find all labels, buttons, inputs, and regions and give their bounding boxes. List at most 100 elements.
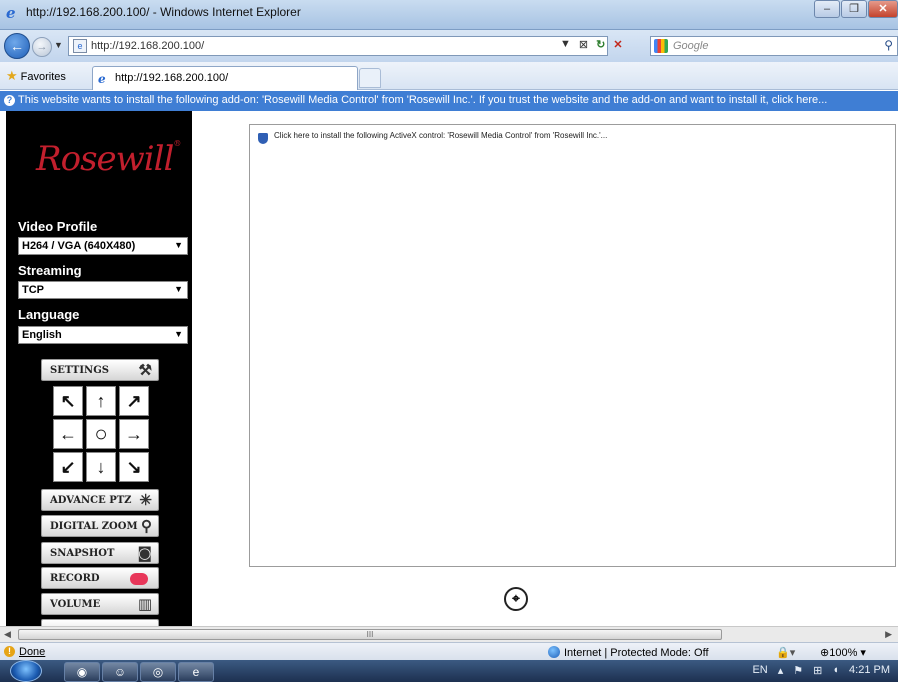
- search-icon[interactable]: ⚲: [884, 38, 893, 52]
- sparkle-icon: ✳: [139, 491, 152, 509]
- network-icon[interactable]: ⊞: [813, 664, 822, 677]
- search-box[interactable]: Google ⚲: [650, 36, 898, 56]
- ptz-up-button[interactable]: ↑: [86, 386, 116, 416]
- favorites-bar: ★ Favorites e http://192.168.200.100/: [0, 62, 898, 90]
- chevron-down-icon: ▼: [174, 284, 183, 294]
- tray-expand-icon[interactable]: ▴: [778, 664, 784, 677]
- minimize-button[interactable]: –: [814, 0, 840, 18]
- chevron-down-icon: ▼: [174, 329, 183, 339]
- window-controls: – ❐ ✕: [813, 0, 898, 20]
- search-placeholder: Google: [673, 40, 709, 52]
- video-profile-label: Video Profile: [18, 219, 98, 234]
- zoom-level[interactable]: ⊕100% ▾: [820, 646, 866, 659]
- scroll-left-arrow[interactable]: ◀: [4, 629, 11, 640]
- ie-taskbar-button[interactable]: e: [178, 662, 214, 682]
- chevron-down-icon: ▼: [174, 240, 183, 250]
- record-dot-icon: [130, 573, 148, 585]
- ptz-right-button[interactable]: →: [119, 419, 149, 449]
- streaming-select[interactable]: TCP ▼: [18, 281, 188, 299]
- magnifier-icon: ⚲: [141, 517, 152, 535]
- security-dropdown[interactable]: 🔒▾: [776, 646, 795, 659]
- snapshot-label: SNAPSHOT: [50, 548, 115, 559]
- ptz-target-icon: ⌖: [504, 587, 528, 611]
- warning-icon: !: [4, 646, 15, 657]
- globe-icon: [548, 646, 560, 658]
- language-label: Language: [18, 307, 80, 322]
- media-taskbar-button[interactable]: ◎: [140, 662, 176, 682]
- forward-button[interactable]: →: [32, 37, 52, 57]
- window-title: http://192.168.200.100/ - Windows Intern…: [26, 5, 301, 19]
- advance-ptz-label: ADVANCE PTZ: [50, 495, 132, 506]
- settings-button[interactable]: SETTINGS ⚒: [41, 359, 159, 381]
- information-bar[interactable]: ? This website wants to install the foll…: [0, 91, 898, 111]
- flag-icon[interactable]: ⚑: [793, 664, 803, 677]
- information-bar-message: This website wants to install the follow…: [18, 94, 828, 106]
- activex-install-message[interactable]: Click here to install the following Acti…: [274, 131, 607, 140]
- scrollbar-thumb[interactable]: III: [18, 629, 722, 640]
- taskbar: ◉ ☺ ◎ e EN ▴ ⚑ ⊞ ◖ 4:21 PM: [0, 660, 898, 682]
- firefox-taskbar-button[interactable]: ◉: [64, 662, 100, 682]
- streaming-value: TCP: [22, 284, 44, 296]
- language-indicator[interactable]: EN: [752, 664, 767, 677]
- new-tab-button[interactable]: [359, 68, 381, 88]
- favorites-button[interactable]: ★ Favorites: [6, 68, 66, 84]
- control-sidebar: Rosewill® Video Profile H264 / VGA (640X…: [6, 111, 192, 626]
- google-icon: [654, 39, 668, 53]
- status-bar: ! Done Internet | Protected Mode: Off 🔒▾…: [0, 642, 898, 660]
- refresh-icon[interactable]: ↻: [596, 38, 605, 51]
- tab-title: http://192.168.200.100/: [115, 72, 229, 84]
- address-dropdown-icon[interactable]: ▼: [560, 38, 571, 51]
- horizontal-scrollbar[interactable]: ◀ III ▶: [0, 626, 898, 642]
- clock[interactable]: 4:21 PM: [849, 664, 890, 677]
- record-button[interactable]: RECORD: [41, 567, 159, 589]
- start-button[interactable]: [10, 660, 42, 682]
- security-zone[interactable]: Internet | Protected Mode: Off: [548, 646, 709, 659]
- ie-logo-icon: e: [6, 4, 16, 22]
- speaker-icon[interactable]: ◖: [832, 664, 839, 677]
- advance-ptz-button[interactable]: ADVANCE PTZ ✳: [41, 489, 159, 511]
- ptz-left-button[interactable]: ←: [53, 419, 83, 449]
- volume-bars-icon: ▥: [137, 595, 152, 613]
- close-button[interactable]: ✕: [868, 0, 898, 18]
- digital-zoom-button[interactable]: DIGITAL ZOOM ⚲: [41, 515, 159, 537]
- language-select[interactable]: English ▼: [18, 326, 188, 344]
- rosewill-logo: Rosewill®: [36, 139, 181, 179]
- recent-pages-dropdown[interactable]: ▼: [54, 40, 63, 50]
- volume-button[interactable]: VOLUME ▥: [41, 593, 159, 615]
- ptz-up-left-button[interactable]: ↖: [53, 386, 83, 416]
- zoom-label: 100%: [829, 647, 858, 659]
- camera-icon: ◙: [137, 544, 152, 562]
- scroll-right-arrow[interactable]: ▶: [885, 629, 892, 640]
- star-icon: ★: [6, 68, 18, 83]
- ptz-down-right-button[interactable]: ↘: [119, 452, 149, 482]
- stop-icon[interactable]: ✕: [613, 38, 622, 51]
- video-profile-value: H264 / VGA (640X480): [22, 240, 136, 252]
- tab-current[interactable]: e http://192.168.200.100/: [92, 66, 358, 90]
- ptz-down-left-button[interactable]: ↙: [53, 452, 83, 482]
- ptz-up-right-button[interactable]: ↗: [119, 386, 149, 416]
- snapshot-button[interactable]: SNAPSHOT ◙: [41, 542, 159, 564]
- navigation-bar: ← → ▼ e http://192.168.200.100/ ▼ ⊠ ↻ ✕ …: [0, 30, 898, 62]
- compatibility-view-icon[interactable]: ⊠: [579, 38, 588, 51]
- ptz-down-button[interactable]: ↓: [86, 452, 116, 482]
- digital-zoom-label: DIGITAL ZOOM: [50, 521, 138, 532]
- more-control-button[interactable]: [41, 619, 159, 626]
- address-bar[interactable]: e http://192.168.200.100/: [68, 36, 608, 56]
- ptz-pad: ↖ ↑ ↗ ← ○ → ↙ ↓ ↘: [53, 386, 149, 482]
- shield-icon: [258, 133, 268, 144]
- users-taskbar-button[interactable]: ☺: [102, 662, 138, 682]
- address-url: http://192.168.200.100/: [91, 40, 205, 52]
- streaming-label: Streaming: [18, 263, 82, 278]
- page-icon: e: [73, 39, 87, 53]
- video-profile-select[interactable]: H264 / VGA (640X480) ▼: [18, 237, 188, 255]
- info-icon: ?: [4, 95, 15, 106]
- ie-tab-icon: e: [98, 72, 106, 86]
- maximize-button[interactable]: ❐: [841, 0, 867, 18]
- back-button[interactable]: ←: [4, 33, 30, 59]
- video-viewer[interactable]: Click here to install the following Acti…: [249, 124, 896, 567]
- favorites-label: Favorites: [20, 71, 66, 83]
- security-zone-label: Internet | Protected Mode: Off: [564, 647, 709, 659]
- ptz-home-button[interactable]: ○: [86, 419, 116, 449]
- language-value: English: [22, 329, 62, 341]
- status-text: Done: [19, 646, 46, 658]
